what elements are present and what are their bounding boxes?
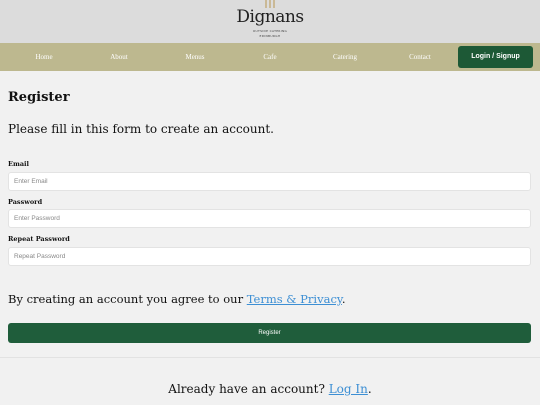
nav-menus[interactable]: Menus bbox=[165, 43, 225, 71]
terms-suffix: . bbox=[341, 292, 346, 306]
password-label: Password bbox=[8, 198, 43, 206]
nav-about[interactable]: About bbox=[89, 43, 149, 71]
main-nav: Home About Menus Cafe Catering Contact L… bbox=[0, 43, 540, 71]
brand-logo[interactable]: Dignans Outside Catering Edinburgh bbox=[230, 0, 310, 43]
nav-cafe[interactable]: Cafe bbox=[240, 43, 300, 71]
nav-home[interactable]: Home bbox=[14, 43, 74, 71]
login-signup-button[interactable]: Login / Signup bbox=[458, 46, 533, 68]
email-label: Email bbox=[8, 160, 29, 168]
signin-prefix: Already have an account? bbox=[168, 382, 329, 396]
nav-catering[interactable]: Catering bbox=[315, 43, 375, 71]
form-intro: Please fill in this form to create an ac… bbox=[8, 122, 274, 136]
terms-notice: By creating an account you agree to our … bbox=[8, 290, 346, 308]
signin-prompt: Already have an account? Log In. bbox=[0, 380, 540, 398]
password-field[interactable] bbox=[8, 209, 531, 228]
email-field[interactable] bbox=[8, 172, 531, 191]
register-button[interactable]: Register bbox=[8, 323, 531, 343]
brand-tagline: Outside Catering bbox=[252, 29, 288, 33]
brand-name: Dignans bbox=[236, 7, 304, 27]
signin-suffix: . bbox=[367, 382, 372, 396]
brand-location: Edinburgh bbox=[259, 34, 281, 38]
site-header: Dignans Outside Catering Edinburgh bbox=[0, 0, 540, 43]
repeat-password-field[interactable] bbox=[8, 247, 531, 266]
login-link[interactable]: Log In bbox=[329, 382, 368, 396]
terms-privacy-link[interactable]: Terms & Privacy bbox=[247, 292, 342, 306]
page-title: Register bbox=[8, 90, 70, 105]
divider bbox=[0, 357, 540, 358]
nav-contact[interactable]: Contact bbox=[390, 43, 450, 71]
repeat-password-label: Repeat Password bbox=[8, 235, 70, 243]
terms-prefix: By creating an account you agree to our bbox=[8, 292, 247, 306]
